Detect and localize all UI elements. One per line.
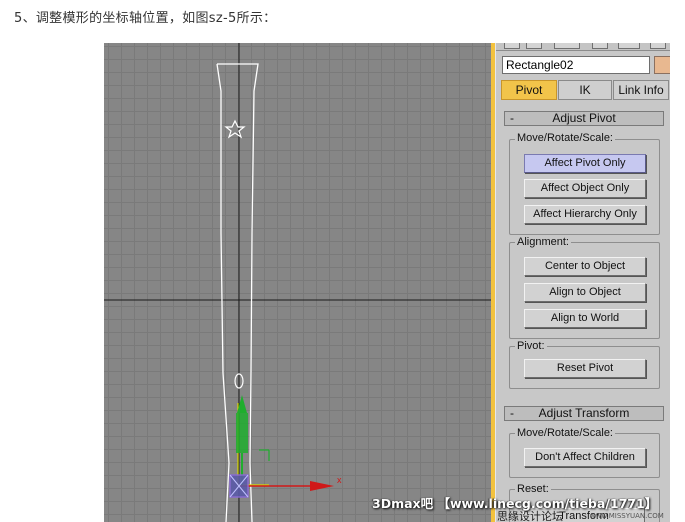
motion-tab-icon[interactable] [592,43,608,49]
rollout-title: Adjust Transform [538,406,630,420]
tab-link-info[interactable]: Link Info [613,80,669,100]
gizmo-y-shaft [236,413,248,453]
affect-hierarchy-only-button[interactable]: Affect Hierarchy Only [524,205,646,224]
star-marker [224,119,246,139]
watermark-forum: 思缘设计论坛 [497,510,563,522]
watermark-site: www.MISSYUAN.COM [590,512,664,520]
rollout-title: Adjust Pivot [552,111,616,125]
group-label: Move/Rotate/Scale: [515,427,615,440]
command-panel: Rectangle02 Pivot IK Link Info - Adjust … [495,43,670,522]
object-color-swatch[interactable] [654,56,670,74]
gizmo-x-label: x [337,475,342,485]
affect-pivot-only-button[interactable]: Affect Pivot Only [524,154,646,173]
center-to-object-button[interactable]: Center to Object [524,257,646,276]
reset-pivot-button[interactable]: Reset Pivot [524,359,646,378]
step-caption: 5、调整模形的坐标轴位置，如图sz-5所示： [14,11,277,26]
viewport-canvas: x [104,43,491,522]
group-label: Alignment: [515,236,571,249]
affect-object-only-button[interactable]: Affect Object Only [524,179,646,198]
tab-pivot[interactable]: Pivot [501,80,557,100]
align-to-world-button[interactable]: Align to World [524,309,646,328]
utilities-tab-icon[interactable] [650,43,666,49]
group-label: Pivot: [515,340,547,353]
object-name-field[interactable]: Rectangle02 [502,56,650,74]
group-label: Move/Rotate/Scale: [515,132,615,145]
adjust-pivot-rollout-header[interactable]: - Adjust Pivot [504,111,664,126]
display-tab-icon[interactable] [618,43,640,49]
modify-tab-icon[interactable] [526,43,542,49]
perspective-viewport[interactable]: x [104,43,491,522]
gizmo-x-arrow [310,481,334,491]
adjust-transform-rollout-header[interactable]: - Adjust Transform [504,406,664,421]
create-tab-icon[interactable] [504,43,520,49]
tab-ik[interactable]: IK [558,80,612,100]
hierarchy-tab-icon[interactable] [554,43,580,49]
align-to-object-button[interactable]: Align to Object [524,283,646,302]
panel-tabstrip[interactable] [496,43,670,51]
dont-affect-children-button[interactable]: Don't Affect Children [524,448,646,467]
